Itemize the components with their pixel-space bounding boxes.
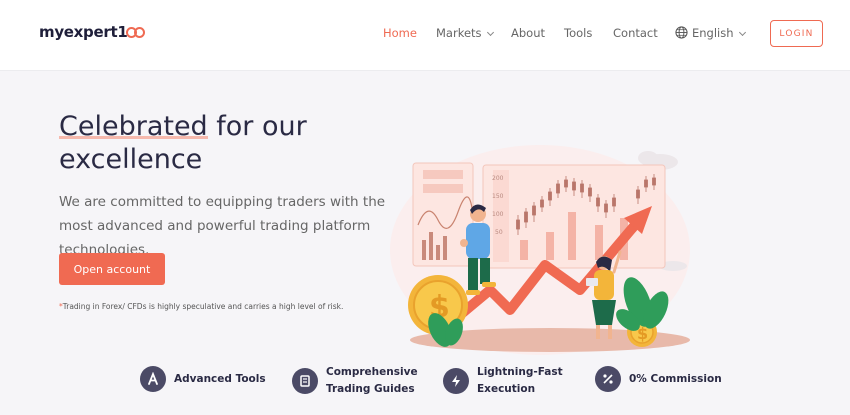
logo-text: myexpert1 (39, 23, 128, 41)
percent-icon (595, 366, 621, 392)
feature-label: Comprehensive Trading Guides (326, 366, 418, 395)
globe-icon (675, 26, 688, 39)
login-button[interactable]: LOGIN (770, 20, 823, 47)
nav-markets-label: Markets (436, 26, 482, 40)
chart-tick-label: 50 (495, 229, 503, 236)
chevron-down-icon (486, 28, 494, 37)
hero-subtitle: We are committed to equipping traders wi… (59, 194, 386, 258)
logo[interactable]: myexpert1 (39, 23, 146, 41)
chart-tick-label: 200 (492, 175, 504, 182)
nav-home-label: Home (383, 26, 417, 40)
chart-panel-left (412, 162, 474, 267)
logo-ring-icon (134, 27, 146, 38)
disclaimer-text: Trading in Forex/ CFDs is highly specula… (62, 302, 344, 311)
feature-label: Advanced Tools (174, 372, 266, 385)
chart-tick-label: 150 (492, 193, 504, 200)
language-label: English (692, 26, 734, 40)
site-header: myexpert1 Home Markets About Tools Conta… (0, 0, 850, 71)
hero-title-highlight: Celebrated (59, 111, 208, 142)
chart-tick-label: 100 (492, 211, 504, 218)
feature-trading-guides: Comprehensive Trading Guides (292, 364, 418, 398)
open-account-button[interactable]: Open account (59, 253, 165, 285)
nav-tools[interactable]: Tools (564, 26, 592, 40)
nav-about[interactable]: About (511, 26, 545, 40)
tools-icon (140, 366, 166, 392)
nav-markets[interactable]: Markets (436, 26, 494, 40)
feature-fast-execution: Lightning-Fast Execution (443, 364, 563, 398)
feature-label: 0% Commission (629, 372, 722, 385)
nav-tools-label: Tools (564, 26, 593, 40)
feature-zero-commission: 0% Commission (595, 366, 722, 392)
nav-contact[interactable]: Contact (613, 26, 658, 40)
book-icon (292, 368, 318, 394)
feature-label: Lightning-Fast Execution (477, 366, 563, 395)
nav-home[interactable]: Home (383, 26, 417, 40)
hero-illustration: 200 150 100 50 $ $ (390, 145, 690, 355)
chevron-down-icon (738, 28, 746, 37)
nav-about-label: About (511, 26, 546, 40)
lightning-icon (443, 368, 469, 394)
language-selector[interactable]: English (675, 26, 746, 40)
nav-contact-label: Contact (613, 26, 658, 40)
risk-disclaimer: *Trading in Forex/ CFDs is highly specul… (59, 302, 343, 311)
hero-title: Celebrated for our excellence (59, 110, 379, 176)
feature-advanced-tools: Advanced Tools (140, 366, 266, 392)
